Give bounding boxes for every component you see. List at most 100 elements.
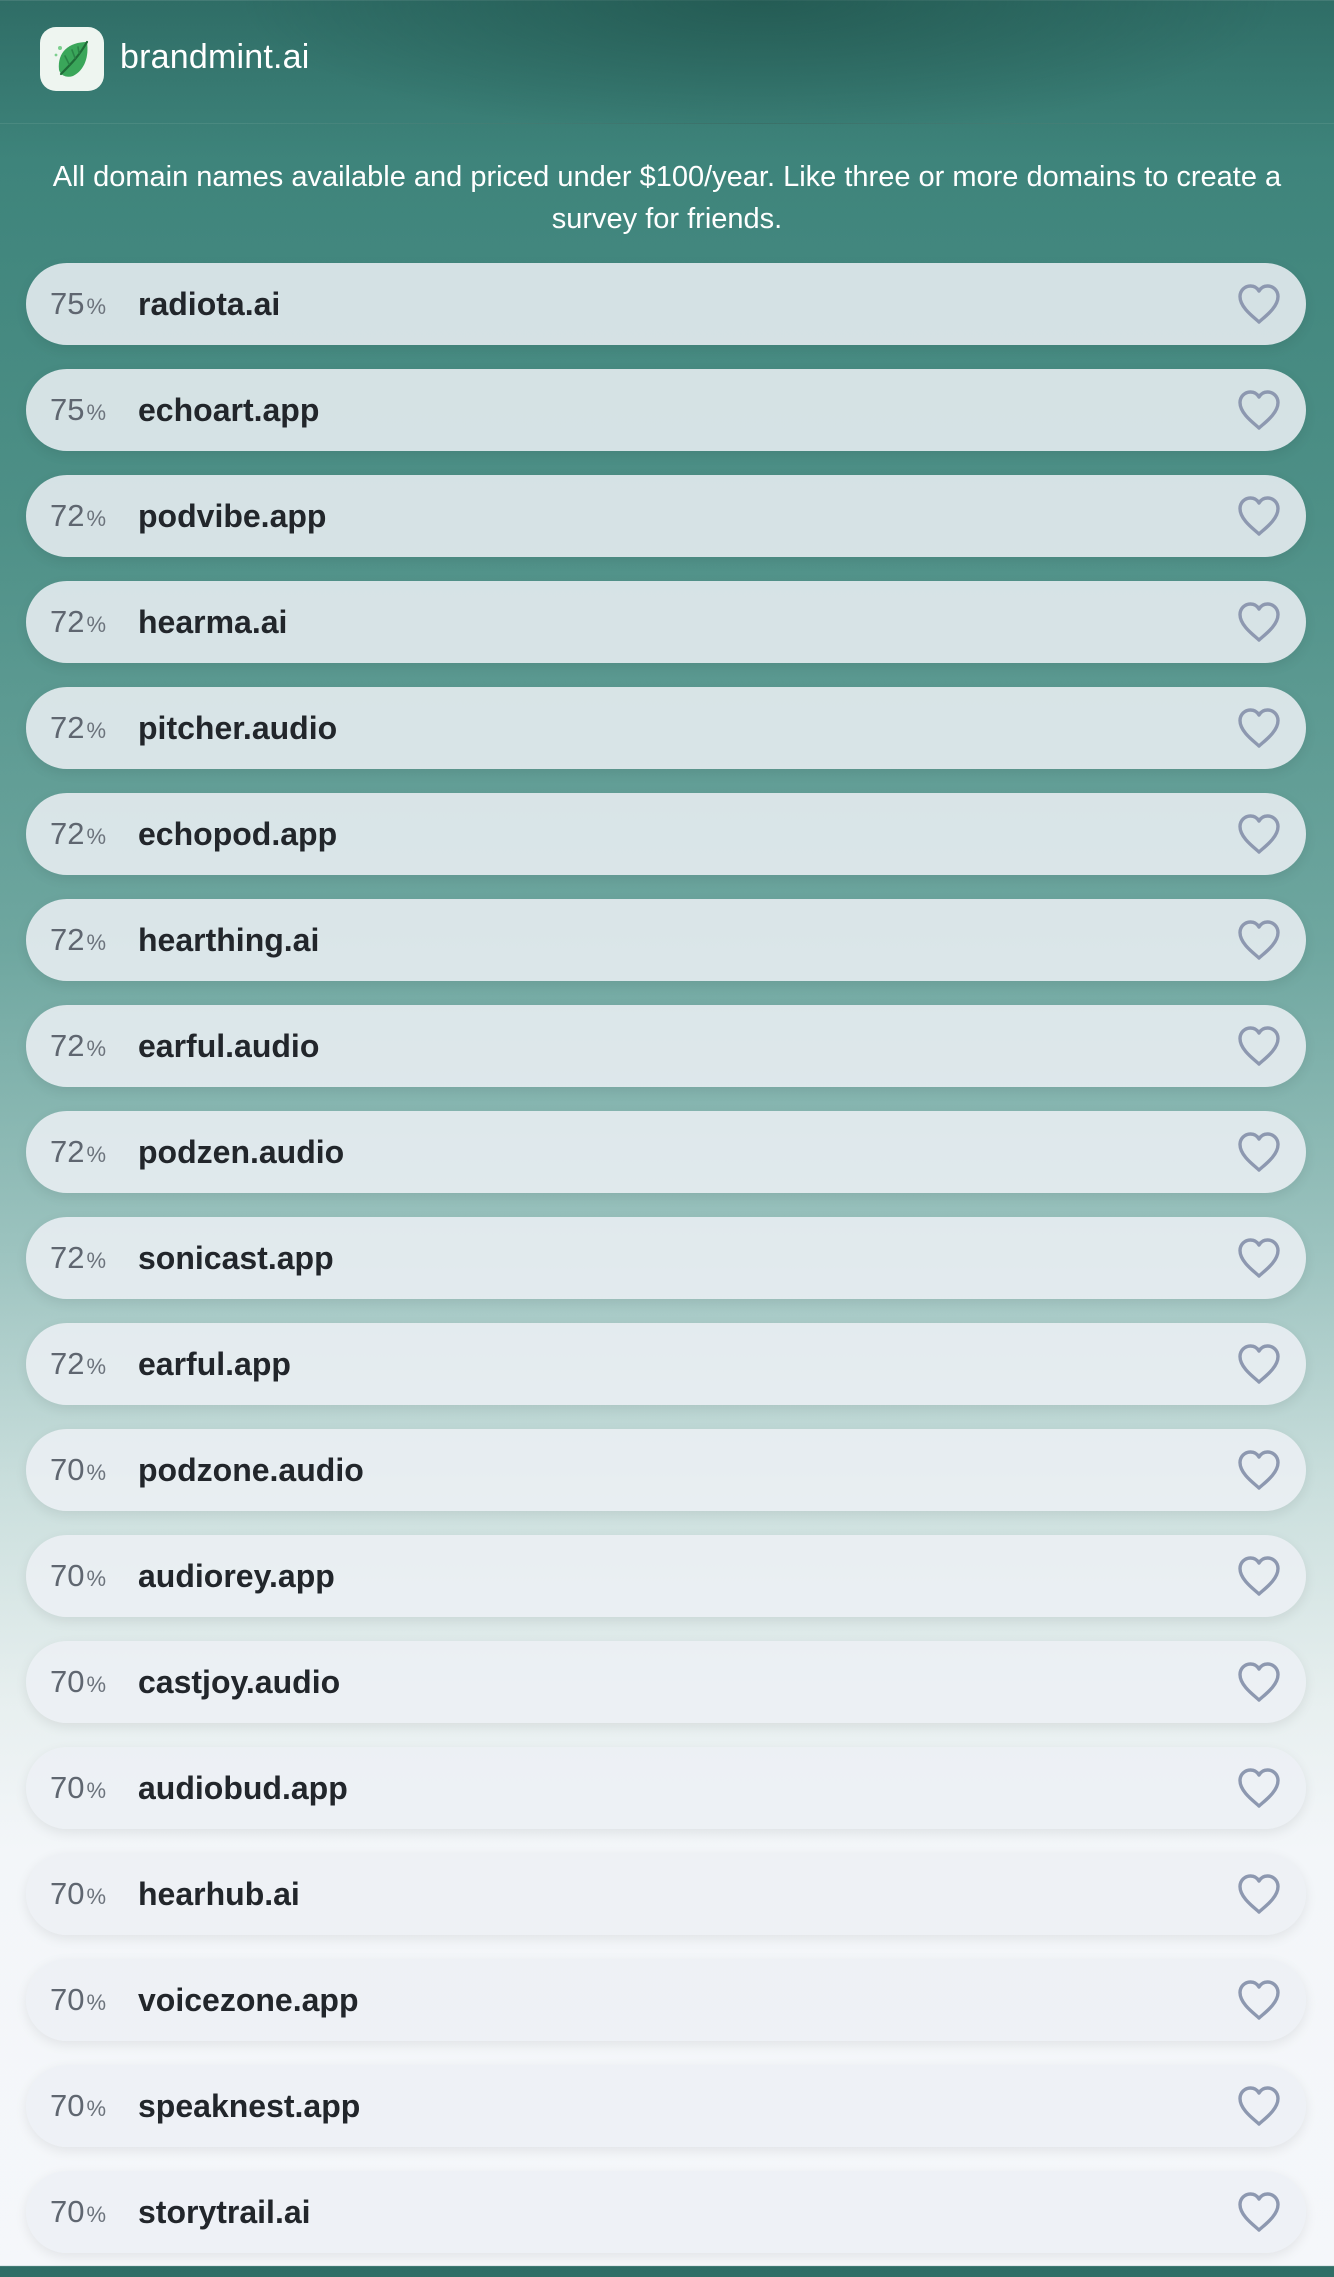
domain-row[interactable]: 70% castjoy.audio [26, 1641, 1306, 1723]
match-score: 70% [50, 1559, 106, 1596]
match-score: 72% [50, 711, 106, 748]
domain-row[interactable]: 75% radiota.ai [26, 263, 1306, 345]
percent-sign: % [86, 1566, 107, 1591]
heart-icon[interactable] [1236, 2084, 1282, 2128]
heart-icon[interactable] [1236, 1554, 1282, 1598]
domain-row[interactable]: 70% audiorey.app [26, 1535, 1306, 1617]
percent-sign: % [86, 1354, 107, 1379]
percent-sign: % [86, 294, 107, 319]
heart-icon[interactable] [1236, 1660, 1282, 1704]
domain-name[interactable]: hearma.ai [138, 604, 287, 640]
heart-icon[interactable] [1236, 1448, 1282, 1492]
domain-name[interactable]: hearhub.ai [138, 1876, 300, 1912]
domain-name[interactable]: audiorey.app [138, 1558, 335, 1594]
heart-icon[interactable] [1236, 1130, 1282, 1174]
percent-sign: % [86, 1036, 107, 1061]
domain-row[interactable]: 72% sonicast.app [26, 1217, 1306, 1299]
domain-row[interactable]: 70% hearhub.ai [26, 1853, 1306, 1935]
match-score: 72% [50, 1347, 106, 1384]
domain-name[interactable]: storytrail.ai [138, 2194, 311, 2230]
match-score-value: 75 [50, 392, 85, 427]
match-score: 70% [50, 1453, 106, 1490]
domain-name[interactable]: audiobud.app [138, 1770, 348, 1806]
match-score-value: 70 [50, 1876, 85, 1911]
heart-icon[interactable] [1236, 1236, 1282, 1280]
match-score-value: 72 [50, 604, 85, 639]
domain-name[interactable]: earful.audio [138, 1028, 319, 1064]
domain-row[interactable]: 70% voicezone.app [26, 1959, 1306, 2041]
match-score-value: 70 [50, 2088, 85, 2123]
domain-name[interactable]: radiota.ai [138, 286, 280, 322]
heart-icon[interactable] [1236, 282, 1282, 326]
match-score-value: 72 [50, 1028, 85, 1063]
brand-name[interactable]: brandmint.ai [120, 38, 310, 77]
match-score: 75% [50, 287, 106, 324]
domain-name[interactable]: echoart.app [138, 392, 319, 428]
domain-row[interactable]: 72% pitcher.audio [26, 687, 1306, 769]
domain-name[interactable]: podvibe.app [138, 498, 326, 534]
heart-icon[interactable] [1236, 600, 1282, 644]
heart-icon[interactable] [1236, 1342, 1282, 1386]
leaf-icon[interactable] [40, 27, 104, 91]
heart-icon[interactable] [1236, 706, 1282, 750]
heart-icon[interactable] [1236, 1766, 1282, 1810]
percent-sign: % [86, 718, 107, 743]
percent-sign: % [86, 1672, 107, 1697]
match-score-value: 72 [50, 1240, 85, 1275]
domain-name[interactable]: speaknest.app [138, 2088, 360, 2124]
domain-row[interactable]: 72% earful.audio [26, 1005, 1306, 1087]
percent-sign: % [86, 506, 107, 531]
domain-row[interactable]: 72% hearma.ai [26, 581, 1306, 663]
percent-sign: % [86, 2202, 107, 2227]
domain-name[interactable]: sonicast.app [138, 1240, 334, 1276]
heart-icon[interactable] [1236, 1978, 1282, 2022]
match-score-value: 72 [50, 1134, 85, 1169]
domain-name[interactable]: echopod.app [138, 816, 337, 852]
match-score-value: 70 [50, 2194, 85, 2229]
domain-name[interactable]: hearthing.ai [138, 922, 319, 958]
domain-row[interactable]: 75% echoart.app [26, 369, 1306, 451]
match-score-value: 70 [50, 1558, 85, 1593]
match-score-value: 75 [50, 286, 85, 321]
percent-sign: % [86, 824, 107, 849]
heart-icon[interactable] [1236, 2190, 1282, 2234]
match-score: 70% [50, 1665, 106, 1702]
match-score: 70% [50, 1771, 106, 1808]
match-score: 72% [50, 499, 106, 536]
heart-icon[interactable] [1236, 812, 1282, 856]
domain-row[interactable]: 72% podvibe.app [26, 475, 1306, 557]
domain-row[interactable]: 72% podzen.audio [26, 1111, 1306, 1193]
heart-icon[interactable] [1236, 1024, 1282, 1068]
domain-row[interactable]: 70% speaknest.app [26, 2065, 1306, 2147]
match-score-value: 70 [50, 1664, 85, 1699]
match-score: 72% [50, 817, 106, 854]
heart-icon[interactable] [1236, 388, 1282, 432]
match-score-value: 72 [50, 922, 85, 957]
percent-sign: % [86, 612, 107, 637]
domain-name[interactable]: voicezone.app [138, 1982, 359, 2018]
domain-name[interactable]: pitcher.audio [138, 710, 337, 746]
domain-name[interactable]: podzone.audio [138, 1452, 364, 1488]
match-score: 75% [50, 393, 106, 430]
percent-sign: % [86, 1990, 107, 2015]
heart-icon[interactable] [1236, 494, 1282, 538]
domain-row[interactable]: 72% hearthing.ai [26, 899, 1306, 981]
domain-row[interactable]: 70% storytrail.ai [26, 2171, 1306, 2253]
domain-name[interactable]: castjoy.audio [138, 1664, 340, 1700]
match-score: 70% [50, 1983, 106, 2020]
heart-icon[interactable] [1236, 918, 1282, 962]
match-score: 72% [50, 1029, 106, 1066]
domain-name[interactable]: podzen.audio [138, 1134, 344, 1170]
domain-row[interactable]: 72% echopod.app [26, 793, 1306, 875]
percent-sign: % [86, 1460, 107, 1485]
percent-sign: % [86, 930, 107, 955]
match-score: 72% [50, 923, 106, 960]
match-score: 72% [50, 1241, 106, 1278]
domain-row[interactable]: 70% podzone.audio [26, 1429, 1306, 1511]
domain-name[interactable]: earful.app [138, 1346, 291, 1382]
domain-row[interactable]: 72% earful.app [26, 1323, 1306, 1405]
match-score: 70% [50, 1877, 106, 1914]
domain-row[interactable]: 70% audiobud.app [26, 1747, 1306, 1829]
match-score-value: 72 [50, 1346, 85, 1381]
heart-icon[interactable] [1236, 1872, 1282, 1916]
